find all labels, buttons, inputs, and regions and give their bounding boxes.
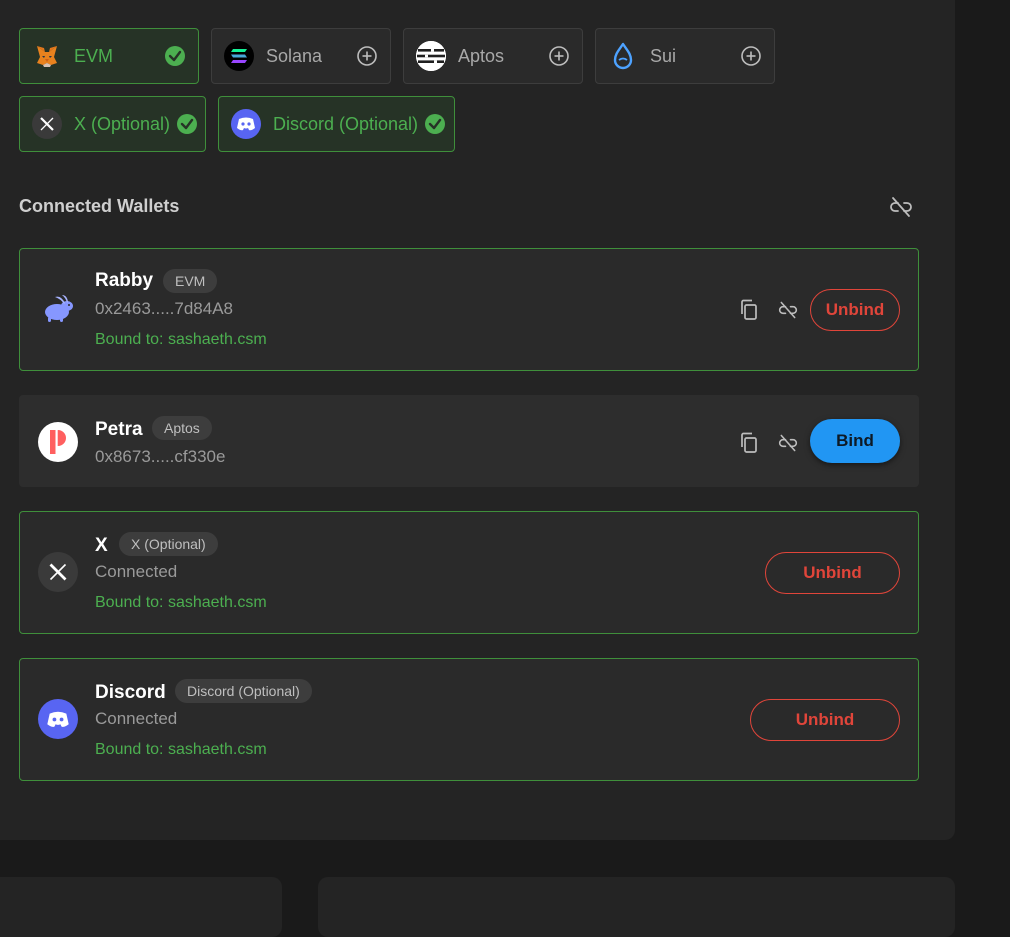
chain-chip-aptos[interactable]: Aptos — [403, 28, 583, 84]
wallet-chain-tag: EVM — [163, 269, 218, 293]
check-circle-icon — [176, 113, 198, 135]
bottom-card-left — [0, 877, 282, 937]
discord-icon — [231, 109, 261, 139]
wallet-address: 0x2463.....7d84A8 — [95, 299, 234, 318]
chain-chip-evm[interactable]: EVM — [19, 28, 199, 84]
wallet-name: Rabby — [95, 270, 154, 291]
social-chip-label: Discord (Optional) — [273, 113, 419, 134]
wallet-bound-to: Bound to: sashaeth.csm — [95, 741, 267, 758]
chain-chip-label: Sui — [650, 45, 677, 66]
social-chip-discord[interactable]: Discord (Optional) — [218, 96, 455, 152]
copy-icon[interactable] — [737, 431, 761, 455]
solana-icon — [224, 41, 254, 71]
check-circle-icon — [424, 113, 446, 135]
wallet-name: X — [95, 535, 108, 556]
unbind-button[interactable]: Unbind — [750, 699, 900, 741]
wallet-card-rabby: Rabby EVM 0x2463.....7d84A8 Bound to: sa… — [19, 248, 919, 371]
chain-chip-label: Aptos — [458, 45, 505, 66]
wallet-status: Connected — [95, 562, 178, 581]
chain-chip-sui[interactable]: Sui — [595, 28, 775, 84]
section-title: Connected Wallets — [19, 196, 180, 216]
bind-button[interactable]: Bind — [810, 419, 900, 463]
wallet-chain-tag: Aptos — [152, 416, 212, 440]
plus-circle-icon[interactable] — [356, 45, 378, 67]
check-circle-icon — [164, 45, 186, 67]
wallet-card-discord: Discord Discord (Optional) Connected Bou… — [19, 658, 919, 781]
wallet-card-x: X X (Optional) Connected Bound to: sasha… — [19, 511, 919, 634]
wallet-address: 0x8673.....cf330e — [95, 447, 226, 466]
chain-chip-label: EVM — [74, 45, 114, 66]
plus-circle-icon[interactable] — [548, 45, 570, 67]
social-chip-x[interactable]: X (Optional) — [19, 96, 206, 152]
wallet-card-petra: Petra Aptos 0x8673.....cf330e Bind — [19, 395, 919, 487]
chain-chip-solana[interactable]: Solana — [211, 28, 391, 84]
chain-chip-label: Solana — [266, 45, 323, 66]
unlink-all-icon[interactable] — [889, 196, 913, 218]
petra-icon — [38, 422, 78, 462]
discord-icon — [38, 699, 78, 739]
unbind-button[interactable]: Unbind — [765, 552, 900, 594]
x-logo-icon — [38, 552, 78, 592]
unlink-icon[interactable] — [776, 431, 800, 455]
wallet-bound-to: Bound to: sashaeth.csm — [95, 594, 267, 611]
sui-drop-icon — [608, 41, 638, 71]
wallet-status: Connected — [95, 709, 178, 728]
wallet-chain-tag: X (Optional) — [119, 532, 218, 556]
wallet-name: Discord — [95, 682, 166, 703]
rabby-icon — [38, 289, 78, 329]
unbind-button[interactable]: Unbind — [810, 289, 900, 331]
copy-icon[interactable] — [737, 298, 761, 322]
aptos-icon — [416, 41, 446, 71]
metamask-fox-icon — [32, 41, 62, 71]
x-logo-icon — [32, 109, 62, 139]
wallet-chain-tag: Discord (Optional) — [175, 679, 312, 703]
wallet-name: Petra — [95, 419, 143, 440]
bottom-card-right — [318, 877, 955, 937]
social-chip-label: X (Optional) — [74, 113, 171, 134]
wallet-bound-to: Bound to: sashaeth.csm — [95, 331, 267, 348]
unlink-icon[interactable] — [776, 298, 800, 322]
plus-circle-icon[interactable] — [740, 45, 762, 67]
